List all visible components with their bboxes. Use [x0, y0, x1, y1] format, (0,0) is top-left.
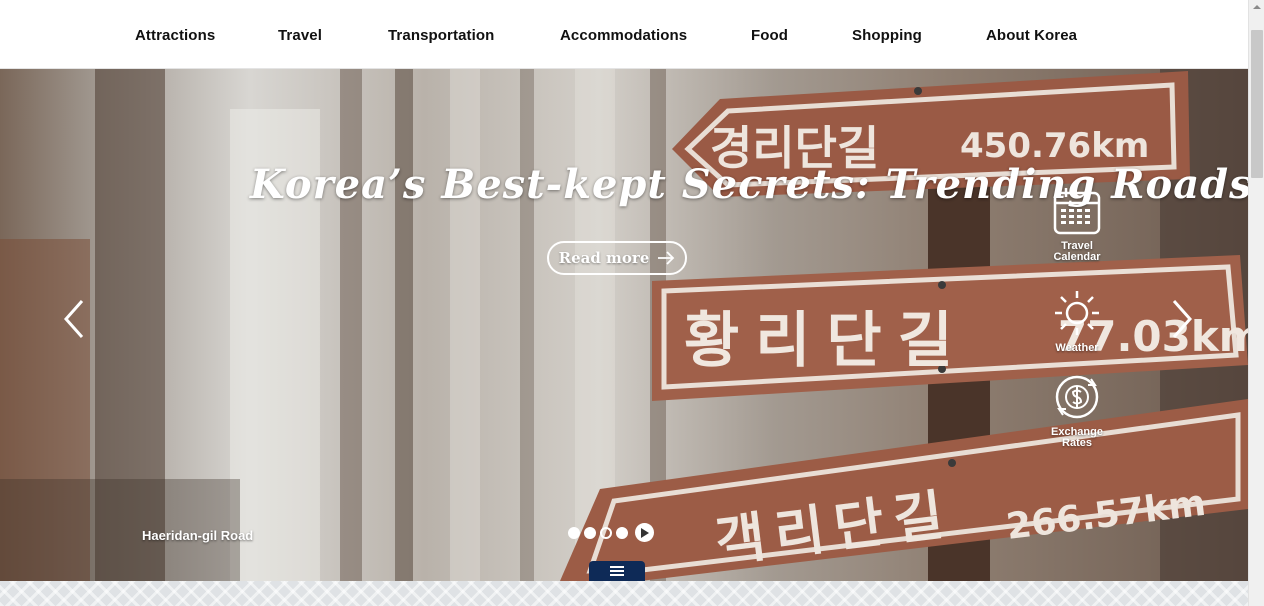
- quick-link-label: Weather: [1055, 342, 1099, 354]
- quick-link-exchange-rates[interactable]: Exchange Rates: [1040, 371, 1114, 449]
- play-icon: [641, 527, 649, 538]
- nav-item-food[interactable]: Food: [751, 27, 788, 44]
- scrollbar-thumb[interactable]: [1251, 30, 1263, 178]
- nav-item-about-korea[interactable]: About Korea: [986, 27, 1077, 44]
- slide-caption: Haeridan-gil Road: [142, 528, 254, 543]
- sign-distance-top: 450.76km: [960, 126, 1149, 166]
- top-navigation: Attractions Travel Transportation Accomm…: [0, 0, 1248, 69]
- read-more-button[interactable]: Read more: [547, 241, 687, 275]
- quick-link-label: Exchange Rates: [1051, 426, 1103, 449]
- nav-item-transportation[interactable]: Transportation: [388, 27, 494, 44]
- carousel-next-button[interactable]: [1168, 297, 1196, 341]
- currency-exchange-icon: [1055, 375, 1099, 419]
- vertical-scrollbar[interactable]: [1248, 0, 1264, 606]
- nav-item-accommodations[interactable]: Accommodations: [560, 27, 687, 44]
- quick-link-weather[interactable]: Weather: [1040, 287, 1114, 354]
- decorative-pattern-strip: [0, 581, 1248, 606]
- nav-item-shopping[interactable]: Shopping: [852, 27, 922, 44]
- arrow-right-icon: [658, 251, 675, 265]
- hero-carousel: 경리단길 450.76km 황리단길 77.03km 객리단길 266.57km…: [0, 69, 1248, 581]
- calendar-icon: [1053, 188, 1101, 235]
- carousel-pagination: [568, 523, 654, 542]
- carousel-prev-button[interactable]: [60, 297, 88, 341]
- carousel-dot[interactable]: [584, 526, 596, 539]
- nav-item-travel[interactable]: Travel: [278, 27, 322, 44]
- carousel-play-button[interactable]: [635, 523, 654, 542]
- carousel-dot[interactable]: [568, 526, 580, 539]
- sun-icon: [1055, 291, 1099, 335]
- quick-link-label: Travel Calendar: [1053, 240, 1101, 263]
- scroll-up-arrow-icon[interactable]: [1252, 2, 1262, 12]
- chevron-left-icon: [63, 300, 84, 338]
- hero-title: Korea’s Best-kept Secrets: Trending Road…: [250, 161, 1248, 208]
- nav-item-attractions[interactable]: Attractions: [135, 27, 215, 44]
- sign-road-name-middle: 황리단길: [684, 306, 969, 376]
- quick-link-travel-calendar[interactable]: Travel Calendar: [1040, 185, 1114, 263]
- read-more-label: Read more: [558, 249, 650, 267]
- chevron-right-icon: [1172, 300, 1193, 338]
- carousel-dot[interactable]: [616, 526, 628, 539]
- menu-toggle-button[interactable]: [589, 561, 645, 581]
- hamburger-menu-icon: [610, 566, 624, 576]
- carousel-dot-active[interactable]: [600, 526, 612, 539]
